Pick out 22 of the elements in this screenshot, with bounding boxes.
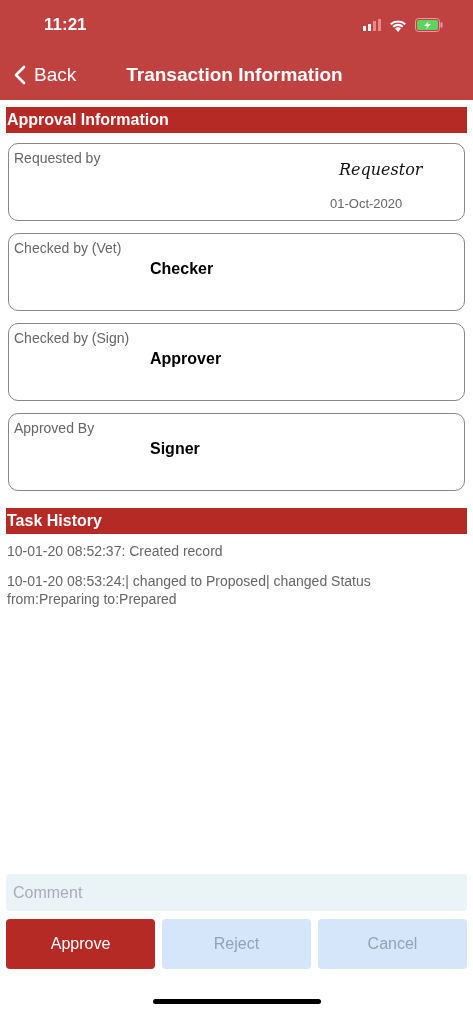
card-label: Requested by [14, 150, 101, 166]
approver-name: Checker [150, 260, 214, 278]
chevron-left-icon [14, 65, 26, 85]
screen-title: Transaction Information [126, 64, 343, 86]
section-header: Task History [6, 508, 467, 534]
back-button[interactable]: Back [0, 64, 77, 86]
wifi-icon [389, 18, 407, 32]
card-label: Approved By [14, 420, 95, 436]
status-time: 11:21 [44, 15, 87, 35]
section-header: Approval Information [6, 107, 467, 133]
card-date: 01-Oct-2020 [330, 196, 403, 211]
approver-name: Approver [150, 350, 222, 368]
battery-icon [415, 18, 443, 32]
approver-name: Signer [150, 440, 200, 458]
history-entry: 10-01-20 08:52:37: Created record [7, 542, 224, 560]
action-button[interactable]: Approve [6, 919, 155, 969]
comment-field[interactable]: Comment [6, 874, 467, 911]
card-label: Checked by (Sign) [14, 330, 130, 346]
signal-icon [363, 19, 381, 31]
history-entry: 10-01-20 08:53:24:| changed to Proposed| changed Status from:Preparing to:Prepared [7, 572, 372, 608]
card-label: Checked by (Vet) [14, 240, 122, 256]
signature: Requestor [339, 160, 423, 179]
